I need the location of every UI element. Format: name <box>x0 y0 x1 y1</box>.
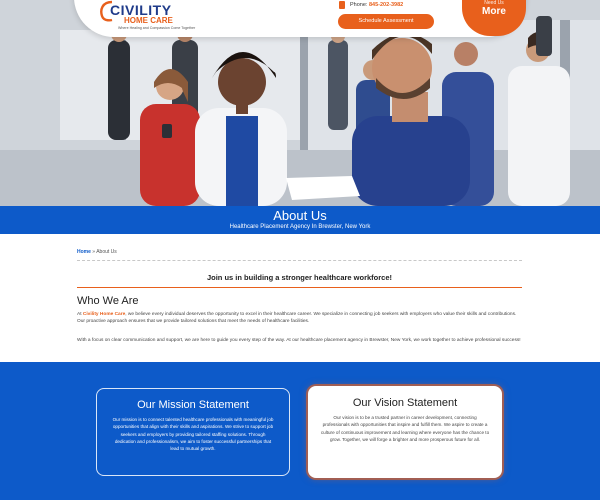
page-title: About Us <box>273 208 327 223</box>
who-we-are-title: Who We Are <box>77 295 139 307</box>
site-logo[interactable]: CIVILITY HOME CARE Where Healing and Com… <box>100 0 195 34</box>
breadcrumb: Home » About Us <box>77 249 117 255</box>
breadcrumb-home-link[interactable]: Home <box>77 249 91 255</box>
breadcrumb-current: About Us <box>96 249 117 255</box>
logo-subname: HOME CARE <box>124 16 173 25</box>
p1-body: , we believe every individual deserves t… <box>77 312 517 325</box>
who-we-are-paragraph-1: At Civility Home Care, we believe every … <box>77 311 522 326</box>
mission-vision-section: Our Mission Statement Our mission is to … <box>0 362 600 500</box>
phone-label: Phone: <box>350 2 368 8</box>
vision-card: Our Vision Statement Our vision is to be… <box>308 386 502 478</box>
breadcrumb-divider <box>77 260 522 261</box>
join-heading: Join us in building a stronger healthcar… <box>206 273 393 282</box>
mission-card: Our Mission Statement Our mission is to … <box>96 388 290 476</box>
header-phone[interactable]: Phone: 845-202-3982 <box>350 2 403 8</box>
brand-name: Civility Home Care <box>82 312 126 317</box>
page-subtitle: Healthcare Placement Agency In Brewster,… <box>229 224 371 230</box>
mission-text: Our mission is to connect talented healt… <box>112 417 274 452</box>
mission-title: Our Mission Statement <box>137 399 249 411</box>
phone-number[interactable]: 845-202-3982 <box>369 2 403 8</box>
vision-title: Our Vision Statement <box>352 397 458 409</box>
more-small-label: Need Us <box>484 0 504 6</box>
who-we-are-paragraph-2: With a focus on clear communication and … <box>77 338 521 343</box>
vision-text: Our vision is to be a trusted partner in… <box>320 415 490 443</box>
phone-icon <box>339 1 345 9</box>
logo-tagline: Where Healing and Compassion Come Togeth… <box>118 26 196 30</box>
join-divider <box>77 287 522 288</box>
more-label: More <box>482 6 506 17</box>
page-title-band: About Us Healthcare Placement Agency In … <box>0 206 600 234</box>
schedule-assessment-button[interactable]: Schedule Assessment <box>338 14 434 29</box>
